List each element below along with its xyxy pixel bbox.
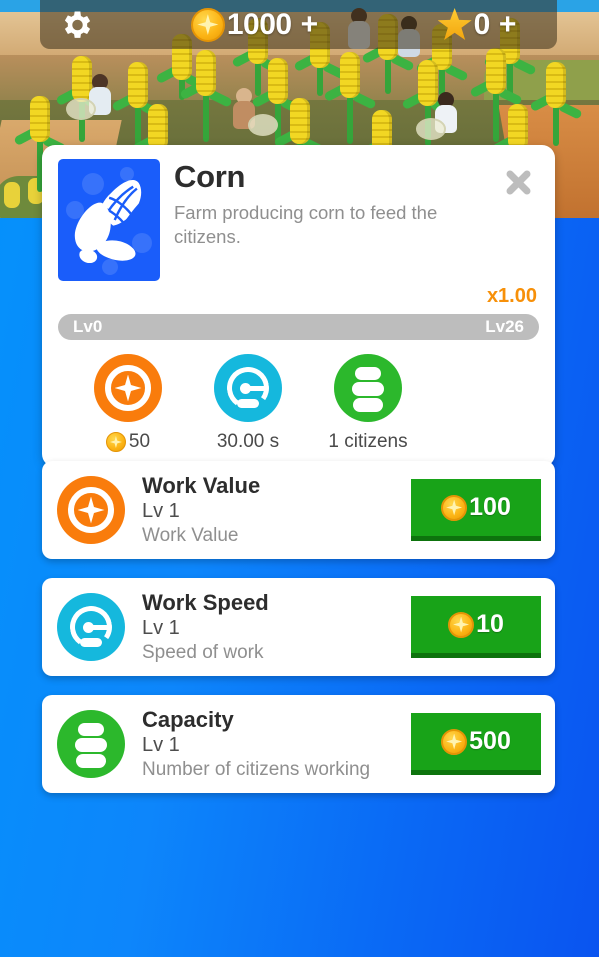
upgrade-title: Work Speed bbox=[142, 589, 269, 615]
building-thumbnail bbox=[58, 159, 160, 281]
level-min-label: Lv0 bbox=[73, 317, 103, 336]
card-header: Corn Farm producing corn to feed the cit… bbox=[58, 159, 539, 281]
upgrade-buy-button[interactable]: 10 bbox=[411, 596, 541, 658]
upgrade-row-work-speed[interactable]: Work Speed Lv 1 Speed of work 10 bbox=[42, 578, 555, 676]
star-counter[interactable]: 0 + bbox=[397, 8, 557, 42]
work-value-icon bbox=[94, 354, 162, 422]
building-detail-card: Corn Farm producing corn to feed the cit… bbox=[42, 145, 555, 467]
stat-capacity-label: 1 citizens bbox=[328, 431, 408, 452]
work-speed-icon bbox=[214, 354, 282, 422]
upgrade-icon-wrap bbox=[56, 476, 126, 544]
upgrade-row-work-value[interactable]: Work Value Lv 1 Work Value 100 bbox=[42, 461, 555, 559]
stat-work-speed: 30.00 s bbox=[188, 354, 308, 453]
stat-work-speed-label: 30.00 s bbox=[216, 431, 280, 452]
coin-icon bbox=[441, 494, 468, 521]
work-speed-icon bbox=[57, 593, 125, 661]
stat-work-value: 50 bbox=[68, 354, 188, 453]
capacity-icon bbox=[57, 710, 125, 778]
upgrade-title: Work Value bbox=[142, 472, 261, 498]
coin-counter[interactable]: 1000 + bbox=[112, 7, 397, 42]
coin-icon bbox=[448, 611, 475, 638]
stat-row: 50 30.00 s 1 citizens bbox=[58, 354, 539, 453]
villager bbox=[232, 88, 278, 140]
upgrade-price: 100 bbox=[469, 493, 511, 521]
upgrade-icon-wrap bbox=[56, 593, 126, 661]
upgrade-row-capacity[interactable]: Capacity Lv 1 Number of citizens working… bbox=[42, 695, 555, 793]
villager bbox=[66, 74, 112, 126]
star-icon bbox=[437, 8, 472, 41]
upgrade-buy-button[interactable]: 100 bbox=[411, 479, 541, 541]
corn-plant bbox=[469, 48, 523, 142]
upgrade-text: Work Speed Lv 1 Speed of work bbox=[142, 590, 411, 664]
multiplier-label: x1.00 bbox=[486, 285, 537, 307]
coin-add-button[interactable]: + bbox=[301, 8, 319, 42]
coin-amount: 1000 bbox=[226, 7, 292, 41]
upgrade-buy-button[interactable]: 500 bbox=[411, 713, 541, 775]
stat-capacity: 1 citizens bbox=[308, 354, 428, 453]
corn-plant bbox=[179, 50, 233, 142]
upgrade-text: Work Value Lv 1 Work Value bbox=[142, 473, 411, 547]
work-value-icon bbox=[57, 476, 125, 544]
corn-plant bbox=[111, 62, 165, 146]
villager bbox=[416, 92, 458, 144]
upgrade-icon-wrap bbox=[56, 710, 126, 778]
corn-plant bbox=[323, 52, 377, 144]
settings-button[interactable] bbox=[40, 7, 112, 43]
close-icon[interactable] bbox=[497, 161, 539, 203]
level-progress-bar: Lv0 Lv26 bbox=[58, 314, 539, 340]
star-amount: 0 bbox=[473, 7, 491, 41]
game-screen: 1000 + 0 + Corn Farm producing corn to f… bbox=[0, 0, 599, 957]
upgrade-description: Work Value bbox=[142, 525, 239, 547]
level-max-label: Lv26 bbox=[485, 317, 524, 336]
upgrade-level: Lv 1 bbox=[142, 734, 180, 757]
upgrade-price: 10 bbox=[476, 610, 504, 638]
building-description: Farm producing corn to feed the citizens… bbox=[174, 201, 438, 248]
coin-icon bbox=[190, 7, 225, 42]
upgrade-level: Lv 1 bbox=[142, 617, 180, 640]
coin-icon bbox=[441, 728, 468, 755]
upgrade-price: 500 bbox=[469, 727, 511, 755]
top-hud-bar: 1000 + 0 + bbox=[40, 0, 557, 49]
stat-work-value-amount: 50 bbox=[128, 431, 151, 452]
gear-icon bbox=[64, 11, 91, 38]
corn-plant bbox=[529, 62, 583, 146]
upgrade-level: Lv 1 bbox=[142, 500, 180, 523]
corn-icon bbox=[74, 180, 144, 263]
capacity-icon bbox=[334, 354, 402, 422]
coin-icon bbox=[105, 432, 126, 452]
star-add-button[interactable]: + bbox=[499, 8, 517, 42]
card-header-text: Corn Farm producing corn to feed the cit… bbox=[174, 159, 497, 250]
upgrade-description: Speed of work bbox=[142, 642, 264, 664]
page-title: Corn bbox=[174, 159, 246, 194]
upgrade-text: Capacity Lv 1 Number of citizens working bbox=[142, 707, 411, 781]
upgrade-description: Number of citizens working bbox=[142, 759, 371, 781]
stat-work-value-label: 50 bbox=[105, 431, 151, 453]
upgrade-title: Capacity bbox=[142, 706, 234, 732]
